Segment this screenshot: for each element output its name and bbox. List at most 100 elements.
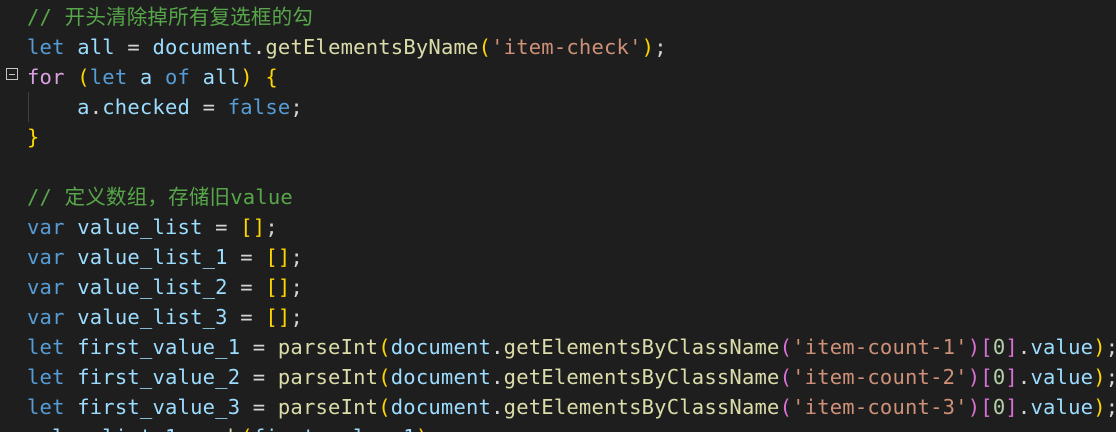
collapse-minus-icon[interactable] (6, 68, 18, 80)
code-line[interactable]: var value_list = []; (27, 212, 278, 242)
code-token-op: ; (290, 275, 303, 299)
code-token-kw: of (165, 65, 191, 89)
code-token-p1: [ (265, 275, 278, 299)
code-line[interactable]: a.checked = false; (27, 92, 303, 122)
code-token-op: ; (290, 95, 303, 119)
code-token-p1: ( (77, 65, 90, 89)
code-token-p1: } (27, 125, 40, 149)
code-token-op: = (240, 335, 278, 359)
code-token-fn: push (190, 425, 240, 432)
code-token-p1: [ (265, 245, 278, 269)
code-token-p2: ) (967, 335, 981, 359)
code-token-kw: var (27, 215, 65, 239)
code-token-op: ; (1106, 335, 1116, 359)
code-token-p1: { (265, 65, 278, 89)
code-token-kw: let (27, 365, 65, 389)
code-line[interactable]: var value_list_2 = []; (27, 272, 303, 302)
code-token-fn: getElementsByClassName (503, 335, 780, 359)
code-token-var: all (202, 65, 241, 89)
code-token-ctrl: for (27, 65, 65, 89)
code-line[interactable]: var value_list_1 = []; (27, 242, 303, 272)
code-token-p2: ( (779, 335, 793, 359)
code-token-comment: // 开头清除掉所有复选框的勾 (27, 5, 314, 29)
code-token-kw: let (27, 395, 65, 419)
code-token-op: . (491, 335, 504, 359)
code-token-p1: ( (378, 395, 391, 419)
code-token-p1: ( (378, 365, 391, 389)
code-token-op (152, 65, 165, 89)
code-token-var: checked (102, 95, 191, 119)
code-token-fn: getElementsByClassName (503, 395, 780, 419)
code-token-op (253, 65, 266, 89)
code-token-op: ; (654, 35, 667, 59)
code-line[interactable]: let first_value_3 = parseInt(document.ge… (27, 392, 1116, 422)
code-token-p1: ] (252, 215, 266, 239)
code-token-p2: ] (1005, 335, 1018, 359)
code-token-op: ; (1106, 395, 1116, 419)
code-token-var: document (152, 35, 253, 59)
code-token-var: value_list_1 (77, 245, 228, 269)
code-token-op (65, 215, 78, 239)
code-line[interactable]: let all = document.getElementsByName('it… (27, 32, 667, 62)
code-token-p1: ( (378, 335, 391, 359)
code-token-p1: ) (416, 425, 429, 432)
code-token-p1: ) (1093, 365, 1106, 389)
code-token-kw: var (27, 305, 65, 329)
code-token-var: a (139, 65, 153, 89)
code-token-p1: ] (277, 245, 291, 269)
code-line[interactable]: let first_value_1 = parseInt(document.ge… (27, 332, 1116, 362)
code-token-var: value (1030, 335, 1094, 359)
code-line[interactable]: // 开头清除掉所有复选框的勾 (27, 2, 313, 32)
code-token-op: . (1017, 395, 1031, 419)
code-token-fn: getElementsByName (265, 35, 479, 59)
code-line[interactable]: for (let a of all) { (27, 62, 278, 92)
code-token-p1: [ (265, 305, 278, 329)
code-token-p1: ) (1093, 335, 1106, 359)
code-token-op (65, 65, 78, 89)
code-token-p1: ] (277, 275, 291, 299)
code-token-var: value_list (77, 215, 203, 239)
code-token-op: ; (265, 215, 278, 239)
code-token-fn: parseInt (277, 335, 379, 359)
code-token-op: . (491, 365, 504, 389)
code-token-var: document (390, 365, 492, 389)
code-line[interactable]: // 定义数组，存储旧value (27, 182, 293, 212)
code-token-p1: ] (277, 305, 291, 329)
code-token-p2: ] (1005, 395, 1018, 419)
code-token-p2: ( (779, 395, 793, 419)
code-token-fn: parseInt (277, 365, 379, 389)
code-token-op: = (227, 275, 266, 299)
code-token-var: document (390, 395, 492, 419)
code-token-p1: [ (240, 215, 253, 239)
code-token-var: value (1030, 365, 1094, 389)
code-token-op: = (227, 305, 266, 329)
code-token-op: . (1017, 335, 1031, 359)
code-token-op (65, 395, 78, 419)
code-token-var: a (77, 95, 90, 119)
code-token-kw: let (27, 35, 65, 59)
code-line[interactable]: var value_list_3 = []; (27, 302, 303, 332)
code-token-str: 'item-count-1' (792, 335, 968, 359)
code-token-num: 0 (992, 365, 1006, 389)
fold-gutter (0, 0, 24, 432)
code-token-p1: ( (240, 425, 253, 432)
code-token-kw: let (27, 335, 65, 359)
code-token-p2: ( (779, 365, 793, 389)
code-token-op: ; (1106, 365, 1116, 389)
code-token-op (65, 365, 78, 389)
code-line[interactable]: value_list_1.push(first_value_1); (27, 422, 441, 432)
code-token-str: 'item-count-2' (792, 365, 968, 389)
code-token-var: first_value_1 (77, 335, 241, 359)
code-token-op: . (491, 395, 504, 419)
code-token-p1: ) (641, 35, 655, 59)
code-line[interactable]: } (27, 122, 40, 152)
code-token-var: document (390, 335, 492, 359)
code-editor[interactable]: // 开头清除掉所有复选框的勾 let all = document.getEle… (0, 0, 1116, 432)
code-line[interactable]: let first_value_2 = parseInt(document.ge… (27, 362, 1116, 392)
code-token-op (65, 335, 78, 359)
code-token-op: . (1017, 365, 1031, 389)
code-token-op: = (240, 365, 278, 389)
code-token-var: value_list_2 (77, 275, 228, 299)
code-token-p2: ] (1005, 365, 1018, 389)
code-token-op: = (227, 245, 266, 269)
